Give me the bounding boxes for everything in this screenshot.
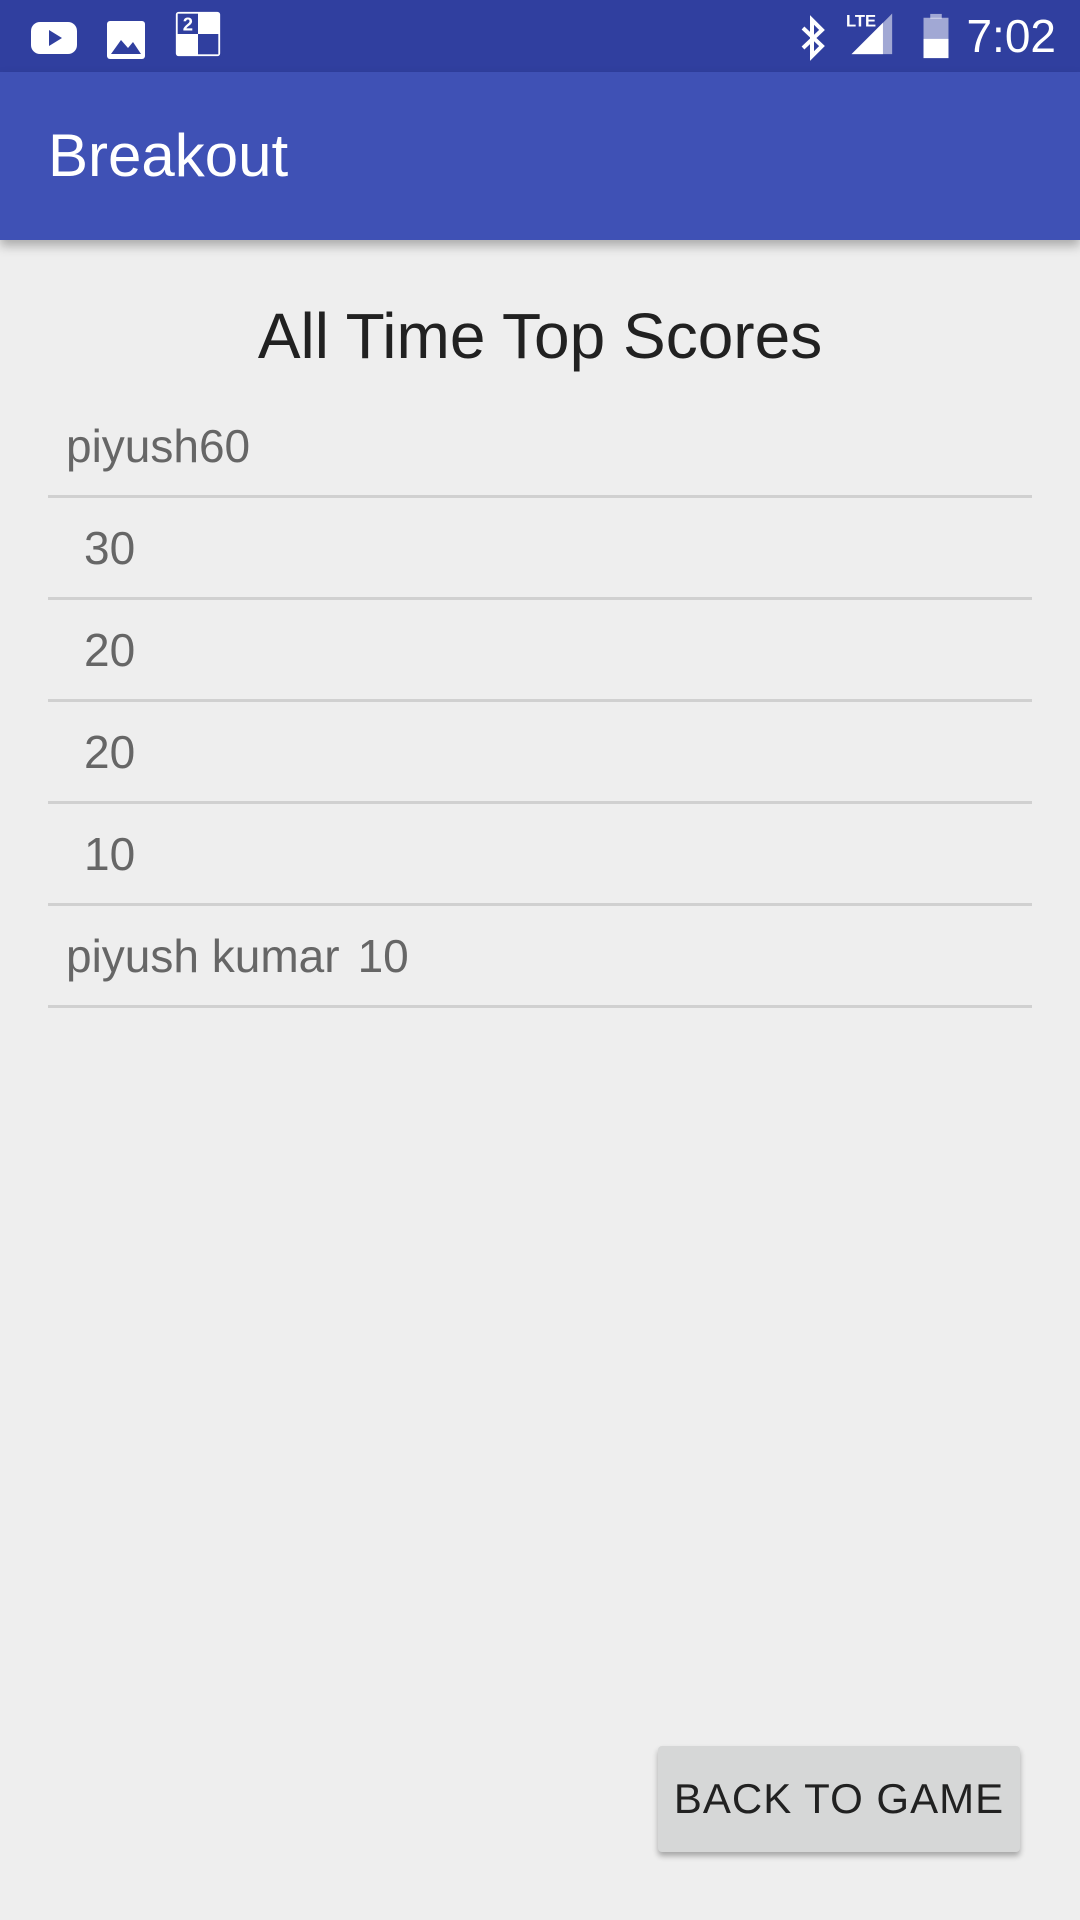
app-bar: Breakout: [0, 72, 1080, 240]
score-row[interactable]: piyush 60: [48, 396, 1032, 498]
player-score: 10: [357, 929, 409, 982]
player-score: 20: [84, 623, 136, 676]
score-row[interactable]: 20: [48, 600, 1032, 702]
player-score: 30: [84, 521, 136, 574]
player-name: piyush kumar: [66, 929, 340, 982]
score-row[interactable]: 20: [48, 702, 1032, 804]
battery-icon: [923, 13, 949, 59]
player-score: 60: [198, 419, 251, 472]
game-notification-icon: 2: [175, 11, 221, 57]
status-bar: 2 LTE 7:02: [0, 0, 1080, 72]
player-score: 20: [84, 725, 136, 778]
score-row[interactable]: piyush kumar 10: [48, 906, 1032, 1008]
youtube-icon: [31, 22, 77, 54]
score-row[interactable]: 30: [48, 498, 1032, 600]
score-row[interactable]: 10: [48, 804, 1032, 906]
bluetooth-icon: [801, 15, 825, 61]
image-icon: [107, 21, 145, 59]
lte-signal-icon: LTE: [846, 11, 893, 55]
lte-label: LTE: [846, 11, 876, 30]
score-list[interactable]: piyush 60 30 20 20 10 piyush kumar 10: [48, 396, 1032, 1008]
app-title: Breakout: [48, 122, 289, 189]
player-score: 10: [84, 827, 136, 880]
player-name: piyush: [66, 419, 199, 472]
page-title: All Time Top Scores: [257, 300, 823, 372]
status-time: 7:02: [966, 10, 1056, 62]
notification-badge: 2: [183, 13, 193, 34]
back-to-game-button[interactable]: BACK TO GAME: [658, 1746, 1020, 1852]
